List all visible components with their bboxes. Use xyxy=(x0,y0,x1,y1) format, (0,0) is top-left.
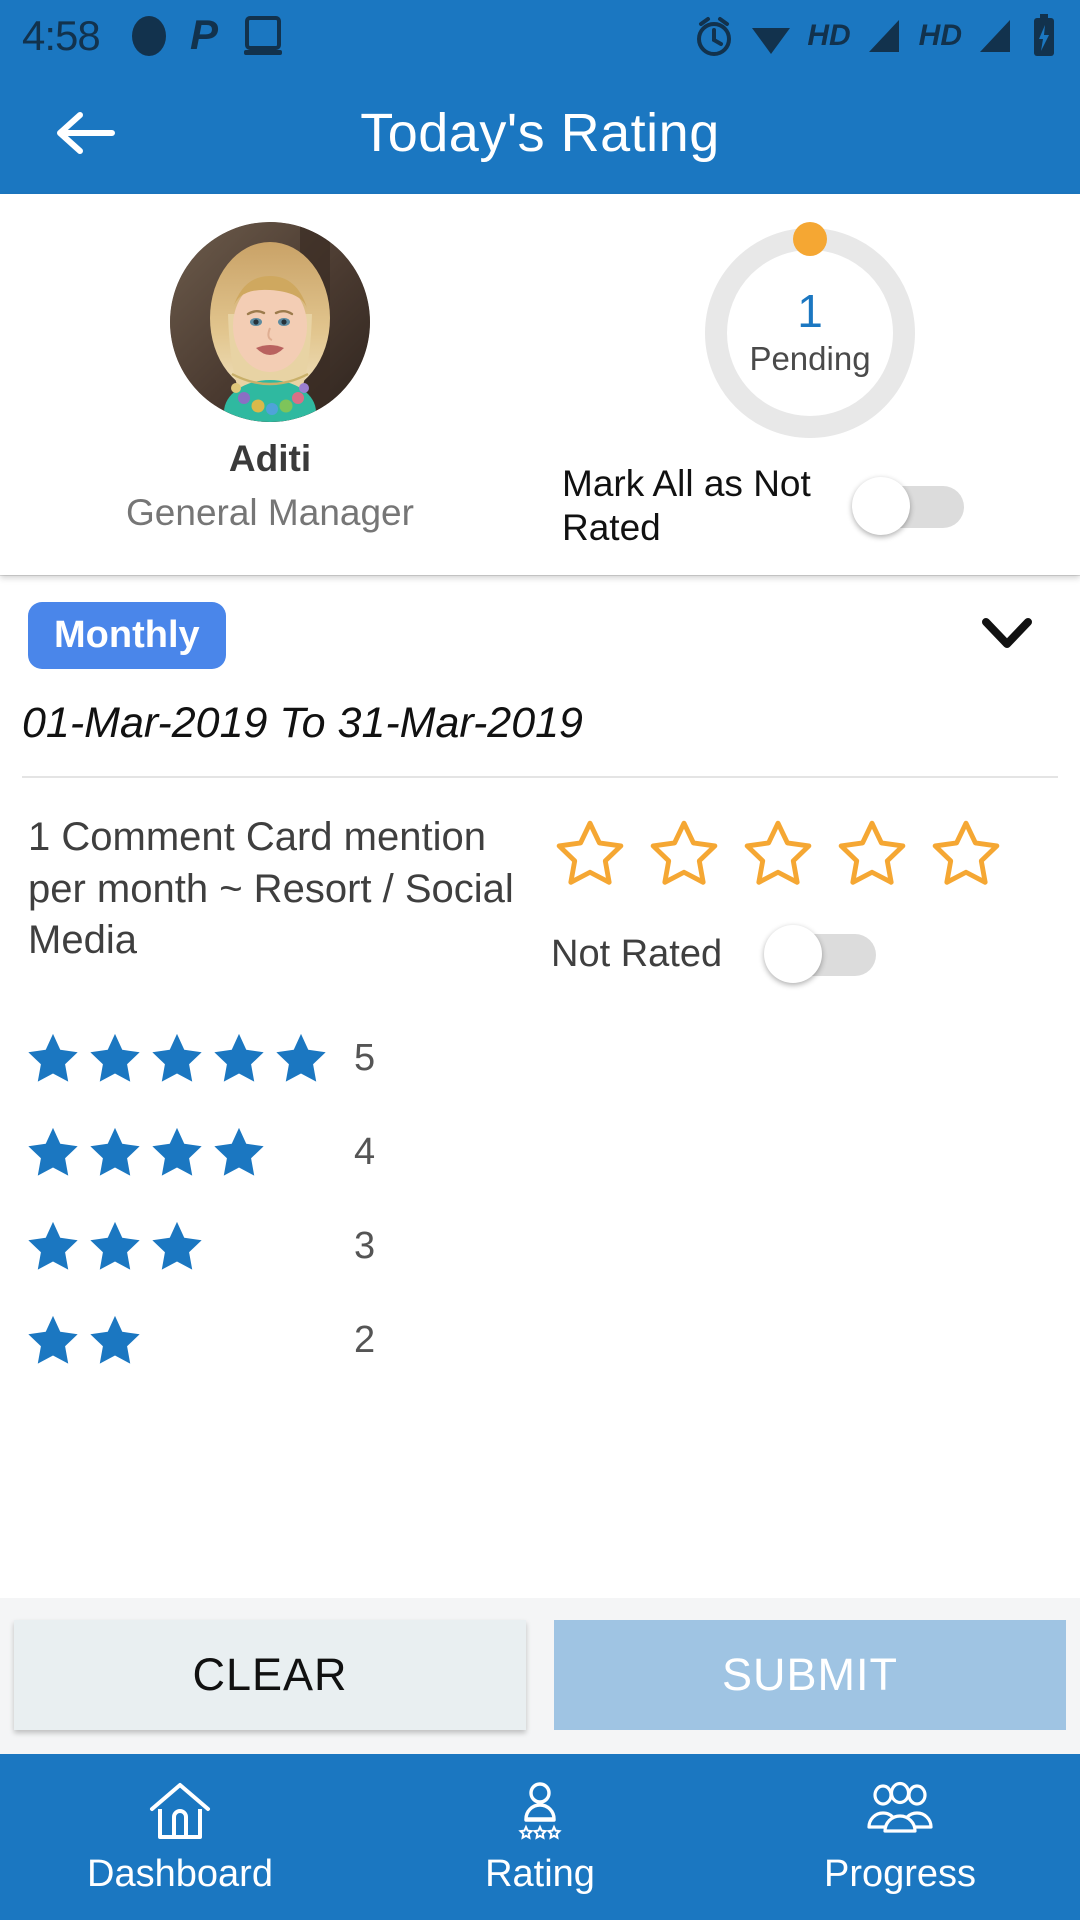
rating-content: Monthly 01-Mar-2019 To 31-Mar-2019 1 Com… xyxy=(0,575,1080,1598)
rating-stars[interactable] xyxy=(551,816,1005,899)
star-4[interactable] xyxy=(833,816,911,899)
expand-toggle[interactable] xyxy=(980,614,1034,657)
legend-stars-5 xyxy=(24,1029,354,1087)
page-title: Today's Rating xyxy=(360,103,720,163)
bottom-nav: Dashboard Rating Progress xyxy=(0,1754,1080,1920)
nav-label: Rating xyxy=(485,1852,595,1895)
action-bar: CLEAR SUBMIT xyxy=(0,1598,1080,1754)
battery-charging-icon xyxy=(1030,13,1058,59)
legend-row: 3 xyxy=(0,1199,1080,1293)
nav-label: Dashboard xyxy=(87,1852,273,1895)
star-3[interactable] xyxy=(739,816,817,899)
back-button[interactable] xyxy=(50,98,120,168)
mark-all-label: Mark All as Not Rated xyxy=(562,463,811,548)
status-time: 4:58 xyxy=(22,12,101,59)
app-bar: Today's Rating xyxy=(0,72,1080,194)
question-text: 1 Comment Card mention per month ~ Resor… xyxy=(28,815,514,962)
legend-stars-2 xyxy=(24,1311,354,1369)
nav-item-progress[interactable]: Progress xyxy=(720,1754,1080,1920)
pending-center: 1 Pending xyxy=(699,222,921,444)
legend-value: 4 xyxy=(354,1130,376,1173)
avatar[interactable] xyxy=(170,222,370,422)
profile-info: Aditi General Manager xyxy=(0,222,540,549)
hd-label-2: HD xyxy=(918,19,962,52)
status-right-icons: HD HD xyxy=(693,13,1058,59)
legend-stars-3 xyxy=(24,1217,354,1275)
question-row: 1 Comment Card mention per month ~ Resor… xyxy=(0,778,1080,984)
legend-row: 2 xyxy=(0,1293,1080,1387)
rating-legend: 5 4 3 2 xyxy=(0,983,1080,1387)
nav-label: Progress xyxy=(823,1852,977,1895)
pending-section: 1 Pending Mark All as Not Rated xyxy=(540,222,1080,549)
status-bar: 4:58 P HD HD xyxy=(0,0,1080,72)
profile-role: General Manager xyxy=(126,492,414,533)
mark-all-row: Mark All as Not Rated xyxy=(540,462,1080,549)
people-group-icon xyxy=(867,1781,933,1833)
profile-card: Aditi General Manager 1 Pending Mark All… xyxy=(0,194,1080,576)
person-stars-icon xyxy=(518,1781,562,1840)
star-2[interactable] xyxy=(645,816,723,899)
toggle-knob xyxy=(764,925,823,984)
arrow-left-icon xyxy=(57,112,115,154)
app-screen: 4:58 P HD HD Today's Rating Aditi Genera… xyxy=(0,0,1080,1920)
filter-row: Monthly xyxy=(0,576,1080,670)
pending-ring: 1 Pending xyxy=(699,222,921,444)
question-controls: Not Rated xyxy=(543,812,1058,984)
legend-value: 3 xyxy=(354,1224,376,1267)
not-rated-toggle[interactable] xyxy=(764,925,877,984)
not-rated-label: Not Rated xyxy=(551,932,723,975)
alarm-icon xyxy=(693,14,735,58)
home-icon xyxy=(150,1782,210,1839)
legend-row: 4 xyxy=(0,1105,1080,1199)
hd-label-1: HD xyxy=(807,19,851,52)
circle-icon xyxy=(130,13,168,59)
nav-item-dashboard[interactable]: Dashboard xyxy=(0,1754,360,1920)
status-left-icons: P xyxy=(130,13,284,59)
period-filter-pill[interactable]: Monthly xyxy=(28,602,226,670)
svg-text:P: P xyxy=(190,13,219,58)
star-1[interactable] xyxy=(551,816,629,899)
clear-button[interactable]: CLEAR xyxy=(14,1620,526,1730)
tablet-icon xyxy=(242,14,284,58)
parking-icon: P xyxy=(190,13,220,59)
signal-icon-2 xyxy=(976,14,1016,58)
chevron-down-icon xyxy=(982,618,1032,649)
star-5[interactable] xyxy=(927,816,1005,899)
toggle-knob xyxy=(852,476,910,535)
date-range: 01-Mar-2019 To 31-Mar-2019 xyxy=(22,699,583,748)
mark-all-toggle[interactable] xyxy=(852,476,964,535)
user-photo-avatar xyxy=(170,222,370,422)
pending-label: Pending xyxy=(749,340,871,377)
submit-button[interactable]: SUBMIT xyxy=(554,1620,1066,1730)
nav-item-rating[interactable]: Rating xyxy=(360,1754,720,1920)
not-rated-row: Not Rated xyxy=(551,925,877,984)
signal-icon-1 xyxy=(865,14,905,58)
legend-value: 2 xyxy=(354,1318,376,1361)
profile-name: Aditi xyxy=(228,438,312,479)
legend-value: 5 xyxy=(354,1036,376,1079)
wifi-icon xyxy=(749,14,793,58)
pending-count: 1 xyxy=(797,285,823,337)
legend-row: 5 xyxy=(0,1011,1080,1105)
legend-stars-4 xyxy=(24,1123,354,1181)
